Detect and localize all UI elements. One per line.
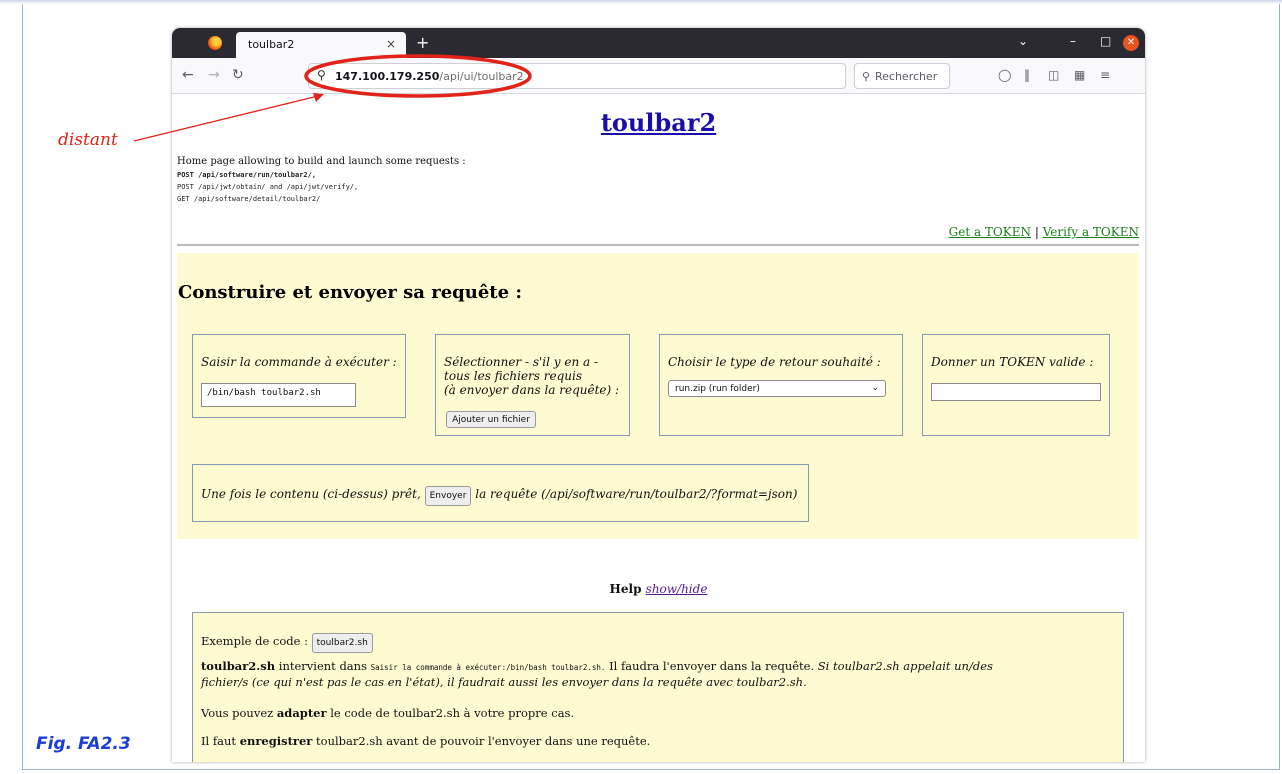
new-tab-icon[interactable]: +: [416, 33, 429, 52]
navigation-toolbar: ← → ↻ ⚲ 147.100.179.250/api/ui/toulbar2 …: [172, 58, 1145, 94]
help-box: Exemple de code : toulbar2.sh toulbar2.s…: [192, 612, 1124, 762]
verify-token-link[interactable]: Verify a TOKEN: [1043, 225, 1139, 239]
help-bold: enregistrer: [239, 734, 313, 748]
search-placeholder: Rechercher: [875, 70, 938, 83]
maximize-icon[interactable]: □: [1100, 34, 1111, 48]
help-paragraph-line: fichier/s (ce qui n'est pas le cas en l'…: [201, 675, 1111, 689]
chevron-down-icon: ⌄: [871, 383, 879, 393]
help-title: Help: [609, 582, 642, 596]
help-text: Il faudra l'envoyer dans la requête.: [609, 659, 815, 673]
help-paragraph: Vous pouvez adapter le code de toulbar2.…: [201, 706, 574, 720]
tab-close-icon[interactable]: ×: [386, 37, 396, 51]
url-path: /api/ui/toulbar2: [439, 70, 524, 83]
help-mono-text: Saisir la commande à exécuter:/bin/bash …: [370, 663, 606, 672]
library-icon[interactable]: ‖: [1024, 68, 1030, 82]
help-paragraph: toulbar2.sh intervient dans Saisir la co…: [201, 659, 1111, 689]
back-arrow-icon[interactable]: ←: [182, 67, 194, 83]
help-text: le code de toulbar2.sh à votre propre ca…: [330, 706, 575, 720]
return-type-value: run.zip (run folder): [675, 384, 760, 394]
reader-view-icon[interactable]: ▦: [1074, 68, 1085, 82]
browser-window: toulbar2 × + ⌄ – □ ✕ ← → ↻ ⚲ 147.100.179…: [172, 28, 1145, 762]
browser-tab[interactable]: toulbar2 ×: [236, 32, 406, 58]
browser-titlebar: toulbar2 × + ⌄ – □ ✕: [172, 28, 1145, 58]
help-text: Il faut: [201, 734, 237, 748]
help-paragraph: Il faut enregistrer toulbar2.sh avant de…: [201, 734, 650, 748]
get-token-link[interactable]: Get a TOKEN: [949, 225, 1031, 239]
send-sentence: Une fois le contenu (ci-dessus) prêt, En…: [201, 486, 797, 506]
help-bold: adapter: [276, 706, 327, 720]
page-content: toulbar2 Home page allowing to build and…: [172, 94, 1145, 762]
token-input[interactable]: [931, 383, 1101, 401]
files-label-line: tous les fichiers requis: [444, 369, 583, 383]
endpoint-line: POST /api/jwt/obtain/ and /api/jwt/verif…: [177, 183, 359, 191]
reload-icon[interactable]: ↻: [232, 67, 244, 83]
firefox-icon: [208, 36, 222, 50]
divider: [177, 244, 1139, 246]
intro-text: Home page allowing to build and launch s…: [177, 156, 466, 167]
menu-icon[interactable]: ≡: [1100, 68, 1110, 82]
files-label: Sélectionner - s'il y en a - tous les fi…: [444, 355, 619, 397]
example-line: Exemple de code : toulbar2.sh: [201, 633, 373, 653]
endpoint-line: POST /api/software/run/toulbar2/,: [177, 171, 317, 179]
help-toggle-link[interactable]: show/hide: [646, 582, 708, 596]
minimize-icon[interactable]: –: [1070, 34, 1076, 48]
send-prefix: Une fois le contenu (ci-dessus) prêt,: [201, 487, 421, 501]
command-input[interactable]: /bin/bash toulbar2.sh: [201, 383, 356, 407]
help-header: Help show/hide: [172, 582, 1145, 596]
search-bar[interactable]: ⚲ Rechercher: [854, 63, 950, 89]
sidebar-icon[interactable]: ◫: [1048, 68, 1059, 82]
token-box: Donner un TOKEN valide :: [922, 334, 1110, 436]
tab-list-chevron-icon[interactable]: ⌄: [1018, 34, 1028, 48]
send-button[interactable]: Envoyer: [424, 486, 472, 506]
send-suffix: la requête (/api/software/run/toulbar2/?…: [475, 487, 798, 501]
pocket-icon[interactable]: ◯: [998, 68, 1011, 82]
send-box: Une fois le contenu (ci-dessus) prêt, En…: [192, 464, 809, 522]
search-icon: ⚲: [317, 68, 326, 82]
add-file-button[interactable]: Ajouter un fichier: [446, 411, 536, 428]
files-box: Sélectionner - s'il y en a - tous les fi…: [435, 334, 630, 436]
close-window-icon[interactable]: ✕: [1123, 35, 1139, 51]
example-file-button[interactable]: toulbar2.sh: [311, 633, 373, 653]
forward-arrow-icon[interactable]: →: [208, 67, 220, 83]
token-label: Donner un TOKEN valide :: [931, 355, 1094, 369]
help-text: toulbar2.sh avant de pouvoir l'envoyer d…: [316, 734, 651, 748]
help-paragraph-line: toulbar2.sh intervient dans Saisir la co…: [201, 659, 1111, 675]
link-separator: |: [1034, 225, 1039, 239]
command-label: Saisir la commande à exécuter :: [201, 355, 397, 369]
return-type-label: Choisir le type de retour souhaité :: [668, 355, 881, 369]
endpoint-line: GET /api/software/detail/toulbar2/: [177, 195, 321, 203]
address-bar[interactable]: ⚲ 147.100.179.250/api/ui/toulbar2: [308, 63, 846, 89]
page-title[interactable]: toulbar2: [172, 108, 1145, 137]
tab-title: toulbar2: [248, 38, 295, 51]
help-text: intervient dans: [278, 659, 367, 673]
example-label: Exemple de code :: [201, 634, 308, 648]
token-links: Get a TOKEN | Verify a TOKEN: [949, 225, 1139, 239]
distant-annotation: distant: [58, 130, 118, 150]
figure-caption: Fig. FA2.3: [36, 734, 131, 754]
help-italic-text: fichier/s (ce qui n'est pas le cas en l'…: [201, 675, 807, 689]
return-type-select[interactable]: run.zip (run folder) ⌄: [668, 380, 886, 397]
search-bar-icon: ⚲: [862, 70, 871, 83]
return-type-box: Choisir le type de retour souhaité : run…: [659, 334, 903, 436]
url-host: 147.100.179.250: [335, 70, 440, 83]
help-text: Vous pouvez: [201, 706, 274, 720]
url-text: 147.100.179.250/api/ui/toulbar2: [335, 70, 524, 83]
files-label-line: Sélectionner - s'il y en a -: [444, 355, 599, 369]
help-bold: toulbar2.sh: [201, 659, 276, 673]
command-box: Saisir la commande à exécuter : /bin/bas…: [192, 334, 406, 418]
request-builder-section: Construire et envoyer sa requête : Saisi…: [177, 253, 1139, 539]
section-heading: Construire et envoyer sa requête :: [178, 282, 522, 303]
help-italic-text: Si toulbar2.sh appelait un/des: [817, 659, 993, 673]
files-label-line: (à envoyer dans la requête) :: [444, 383, 620, 397]
